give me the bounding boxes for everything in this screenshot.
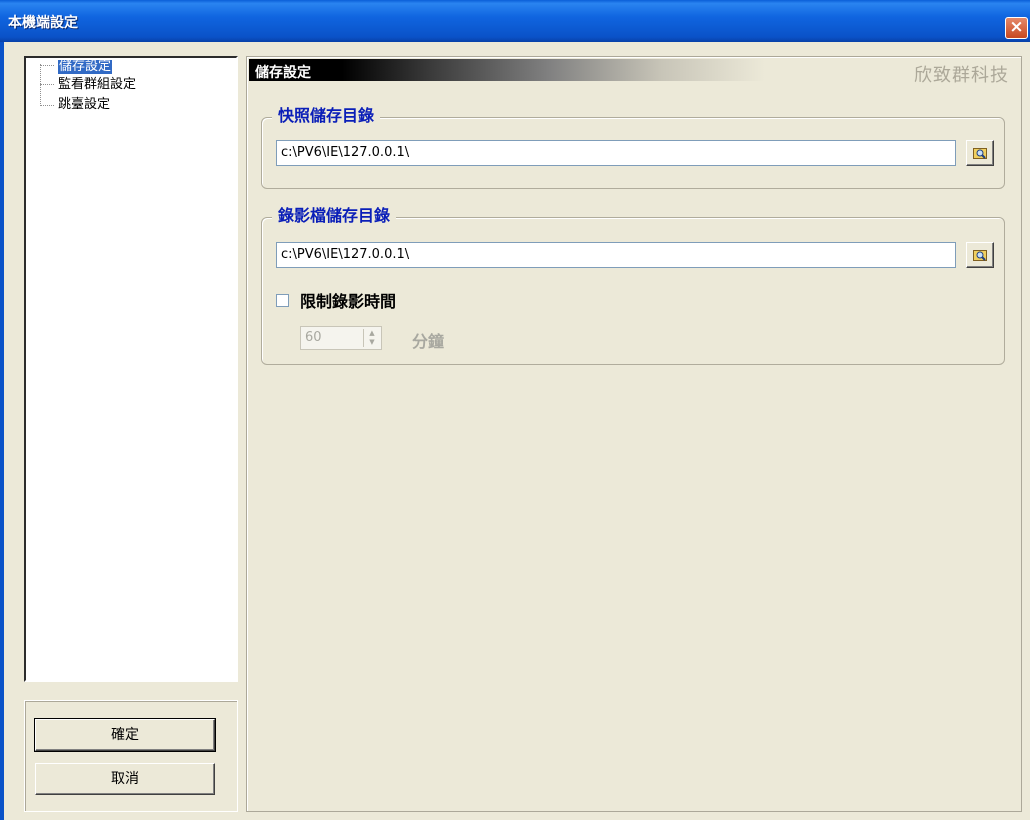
limit-recording-time-label: 限制錄影時間 bbox=[300, 292, 397, 311]
recording-directory-legend: 錄影檔儲存目錄 bbox=[272, 205, 397, 227]
cancel-button[interactable]: 取消 bbox=[35, 763, 215, 795]
close-button[interactable]: × bbox=[1005, 17, 1028, 39]
brand-label: 欣致群科技 bbox=[914, 65, 1009, 86]
tree-item-jump-settings[interactable]: 跳臺設定 bbox=[58, 98, 110, 112]
button-group: 確定 取消 bbox=[24, 700, 238, 812]
window-title: 本機端設定 bbox=[8, 15, 78, 31]
recording-minutes-spinner[interactable]: 60 ▲ ▼ bbox=[300, 326, 382, 350]
snapshot-directory-legend: 快照儲存目錄 bbox=[272, 105, 381, 127]
snapshot-browse-button[interactable] bbox=[966, 140, 994, 166]
tree-item-monitor-group-settings[interactable]: 監看群組設定 bbox=[58, 78, 136, 92]
limit-recording-time-checkbox[interactable] bbox=[276, 294, 289, 307]
settings-content-panel: 儲存設定 欣致群科技 快照儲存目錄 c:\PV6\IE\127.0.0.1\ 錄… bbox=[246, 56, 1022, 812]
snapshot-path-field[interactable]: c:\PV6\IE\127.0.0.1\ bbox=[276, 140, 956, 166]
tree-connector bbox=[40, 64, 41, 106]
section-header: 儲存設定 bbox=[249, 59, 765, 81]
snapshot-directory-group: 快照儲存目錄 c:\PV6\IE\127.0.0.1\ bbox=[261, 105, 1005, 189]
spin-up-icon[interactable]: ▲ bbox=[364, 329, 380, 338]
folder-search-icon bbox=[973, 148, 987, 159]
folder-search-icon bbox=[973, 250, 987, 261]
settings-tree[interactable]: 儲存設定 監看群組設定 跳臺設定 bbox=[24, 56, 238, 682]
recording-minutes-value: 60 bbox=[305, 330, 322, 345]
section-title: 儲存設定 bbox=[255, 65, 311, 81]
recording-directory-group: 錄影檔儲存目錄 c:\PV6\IE\127.0.0.1\ 限制錄影時間 60 ▲… bbox=[261, 205, 1005, 365]
minutes-unit-label: 分鐘 bbox=[412, 332, 445, 351]
title-bar: 本機端設定 × bbox=[0, 0, 1030, 42]
spinner-arrows[interactable]: ▲ ▼ bbox=[363, 329, 379, 347]
tree-item-storage-settings[interactable]: 儲存設定 bbox=[58, 60, 113, 74]
close-icon: × bbox=[1009, 17, 1024, 37]
recording-browse-button[interactable] bbox=[966, 242, 994, 268]
tree-connector bbox=[40, 84, 54, 85]
recording-path-field[interactable]: c:\PV6\IE\127.0.0.1\ bbox=[276, 242, 956, 268]
spin-down-icon[interactable]: ▼ bbox=[364, 338, 380, 347]
ok-button[interactable]: 確定 bbox=[34, 718, 216, 752]
tree-connector bbox=[40, 65, 54, 66]
tree-connector bbox=[40, 105, 54, 106]
window-frame-left bbox=[0, 42, 4, 820]
